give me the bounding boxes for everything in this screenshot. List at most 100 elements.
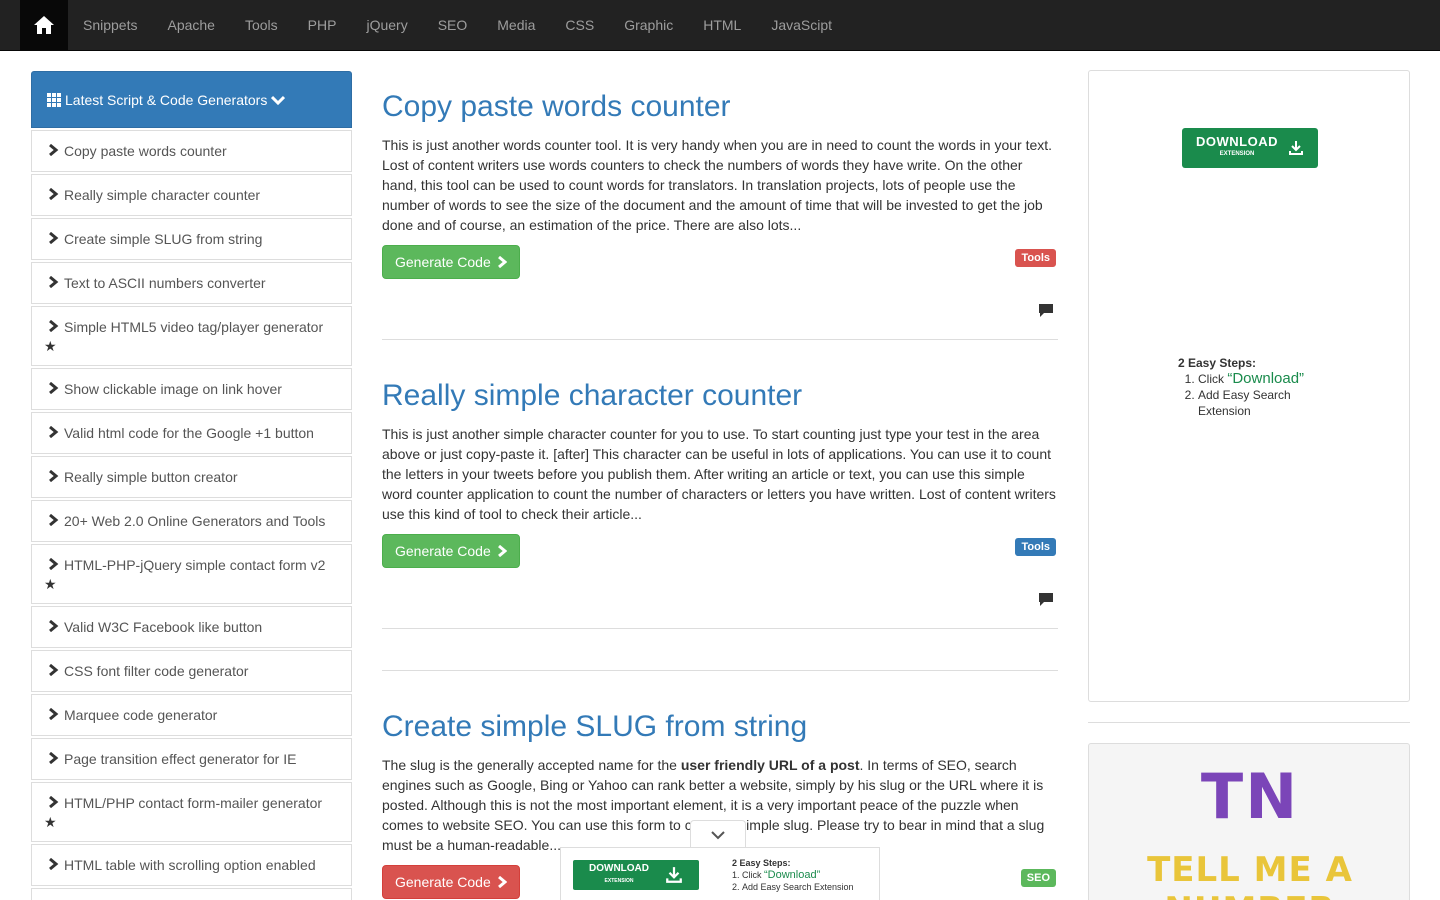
sidebar-item-label: Valid W3C Facebook like button	[64, 619, 263, 635]
generate-code-label: Generate Code	[395, 254, 491, 270]
star-icon: ★	[44, 576, 57, 592]
nav-link-snippets[interactable]: Snippets	[68, 0, 152, 50]
post: Copy paste words counter This is just an…	[382, 89, 1058, 340]
floating-download-label: DOWNLOAD	[589, 863, 649, 874]
sidebar-item[interactable]: Really simple button creator	[31, 456, 352, 498]
floating-ad-toggle[interactable]	[690, 820, 746, 848]
floating-ad-steps: 2 Easy Steps: Click “Download” Add Easy …	[732, 857, 854, 893]
sidebar-item[interactable]: CSS font filter code generator	[31, 650, 352, 692]
nav-link-jquery[interactable]: jQuery	[351, 0, 422, 50]
ad-steps: 2 Easy Steps: Click “Download” Add Easy …	[1178, 355, 1308, 419]
sidebar-item[interactable]: HTML table with scrolling option enabled	[31, 844, 352, 886]
sidebar-item[interactable]: Copy paste words counter	[31, 130, 352, 172]
generate-code-label: Generate Code	[395, 543, 491, 559]
generate-code-button[interactable]: Generate Code	[382, 534, 520, 568]
nav-link-media[interactable]: Media	[482, 0, 550, 50]
chevron-right-icon	[49, 796, 59, 808]
sidebar-item-label: Valid html code for the Google +1 button	[64, 425, 314, 441]
chevron-right-icon	[497, 545, 507, 557]
category-badge[interactable]: Tools	[1015, 538, 1056, 556]
step-2-text: Add Easy Search Extension	[1198, 388, 1291, 418]
chevron-right-icon	[49, 858, 59, 870]
floating-step-1-prefix: Click	[742, 870, 764, 880]
home-button[interactable]	[20, 0, 68, 50]
chevron-right-icon	[49, 276, 59, 288]
sidebar-item[interactable]: Page transition effect generator for IE	[31, 738, 352, 780]
nav-link-graphic[interactable]: Graphic	[609, 0, 688, 50]
divider	[382, 670, 1058, 671]
chevron-right-icon	[497, 876, 507, 888]
category-badge[interactable]: Tools	[1015, 249, 1056, 267]
sidebar-item-label: Really simple button creator	[64, 469, 238, 485]
sidebar-item[interactable]: 20+ Web 2.0 Online Generators and Tools	[31, 500, 352, 542]
sidebar-item-label: Page transition effect generator for IE	[64, 751, 297, 767]
comment-icon[interactable]	[1038, 592, 1054, 607]
floating-download-button[interactable]: DOWNLOAD EXTENSION	[573, 860, 699, 890]
download-icon	[1289, 141, 1303, 155]
post-description-part: The slug is the generally accepted name …	[382, 757, 681, 773]
tn-name: TELL ME A NUMBER	[1147, 850, 1353, 900]
sidebar-item[interactable]: Text to ASCII numbers converter	[31, 262, 352, 304]
nav-links: Snippets Apache Tools PHP jQuery SEO Med…	[68, 0, 847, 50]
post-description: This is just another simple character co…	[382, 426, 1056, 522]
category-badge[interactable]: SEO	[1020, 869, 1056, 887]
sidebar-item-label: HTML table with scrolling option enabled	[64, 857, 316, 873]
generate-code-button[interactable]: Generate Code	[382, 245, 520, 279]
sidebar: Latest Script & Code Generators Copy pas…	[31, 71, 352, 900]
sidebar-item[interactable]: Valid W3C Facebook like button	[31, 606, 352, 648]
comment-icon[interactable]	[1038, 303, 1054, 318]
post-description-bold: user friendly URL of a post	[680, 757, 860, 773]
post-description: This is just another words counter tool.…	[382, 137, 1053, 233]
generate-code-button[interactable]: Generate Code	[382, 865, 520, 899]
sidebar-item[interactable]: Really simple character counter	[31, 174, 352, 216]
home-icon	[34, 16, 54, 34]
nav-link-css[interactable]: CSS	[550, 0, 609, 50]
generate-code-label: Generate Code	[395, 874, 491, 890]
nav-link-seo[interactable]: SEO	[423, 0, 483, 50]
download-label: DOWNLOAD	[1196, 134, 1278, 149]
floating-steps-title: 2 Easy Steps:	[732, 858, 791, 868]
grid-icon	[47, 92, 61, 107]
chevron-right-icon	[49, 232, 59, 244]
sidebar-item[interactable]: Marquee code generator	[31, 694, 352, 736]
download-extension-button[interactable]: DOWNLOAD EXTENSION	[1182, 128, 1318, 168]
nav-link-php[interactable]: PHP	[293, 0, 352, 50]
floating-ad-bar: DOWNLOAD EXTENSION 2 Easy Steps: Click “…	[560, 847, 880, 900]
chevron-right-icon	[49, 470, 59, 482]
nav-link-html[interactable]: HTML	[688, 0, 756, 50]
sidebar-item-label: Show clickable image on link hover	[64, 381, 282, 397]
chevron-right-icon	[49, 426, 59, 438]
chevron-right-icon	[49, 752, 59, 764]
sidebar-item-label: HTML-PHP-jQuery simple contact form v2	[64, 557, 326, 573]
sidebar-item-label: Copy paste words counter	[64, 143, 227, 159]
extension-label: EXTENSION	[1219, 151, 1255, 157]
ad-box: DOWNLOAD EXTENSION 2 Easy Steps: Click “…	[1088, 70, 1410, 702]
tell-me-a-number-ad[interactable]: TN TELL ME A NUMBER	[1088, 743, 1410, 900]
top-navbar: Snippets Apache Tools PHP jQuery SEO Med…	[0, 0, 1440, 51]
chevron-right-icon	[497, 256, 507, 268]
chevron-right-icon	[49, 620, 59, 632]
sidebar-item[interactable]: HTML/PHP contact form-mailer generator ★	[31, 782, 352, 842]
sidebar-item-label: CSS font filter code generator	[64, 663, 249, 679]
chevron-right-icon	[49, 382, 59, 394]
post-title[interactable]: Copy paste words counter	[382, 89, 1058, 125]
sidebar-item[interactable]: Create simple SLUG from string	[31, 218, 352, 260]
sidebar-item[interactable]: HTML-PHP-jQuery simple contact form v2 ★	[31, 544, 352, 604]
nav-link-apache[interactable]: Apache	[152, 0, 229, 50]
chevron-right-icon	[49, 144, 59, 156]
sidebar-item[interactable]: Show clickable image on link hover	[31, 368, 352, 410]
floating-extension-label: EXTENSION	[604, 878, 634, 884]
post-title[interactable]: Create simple SLUG from string	[382, 709, 1058, 745]
sidebar-item[interactable]: Valid html code for the Google +1 button	[31, 412, 352, 454]
sidebar-item-label: Marquee code generator	[64, 707, 218, 723]
chevron-right-icon	[49, 320, 59, 332]
sidebar-header[interactable]: Latest Script & Code Generators	[31, 71, 352, 128]
nav-link-javascript[interactable]: JavaScipt	[756, 0, 847, 50]
step-1-prefix: Click	[1198, 372, 1228, 386]
post: Really simple character counter This is …	[382, 378, 1058, 671]
post-title[interactable]: Really simple character counter	[382, 378, 1058, 414]
chevron-right-icon	[49, 514, 59, 526]
nav-link-tools[interactable]: Tools	[230, 0, 293, 50]
sidebar-item[interactable]: Simple HTML5 video tag/player generator ★	[31, 306, 352, 366]
sidebar-item[interactable]: Simple HTML iFrame creator	[31, 888, 352, 900]
